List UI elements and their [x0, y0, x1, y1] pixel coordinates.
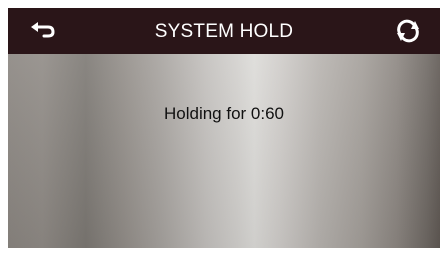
hold-screen: SYSTEM HOLD Holding for 0:60 [8, 8, 440, 248]
title-bar: SYSTEM HOLD [8, 8, 440, 54]
content-area: Holding for 0:60 [8, 54, 440, 248]
refresh-icon [397, 19, 419, 43]
back-arrow-icon [31, 22, 55, 38]
page-title: SYSTEM HOLD [154, 21, 294, 42]
back-button[interactable] [14, 8, 70, 54]
refresh-button[interactable] [380, 8, 436, 54]
hold-message: Holding for 0:60 [163, 104, 285, 123]
